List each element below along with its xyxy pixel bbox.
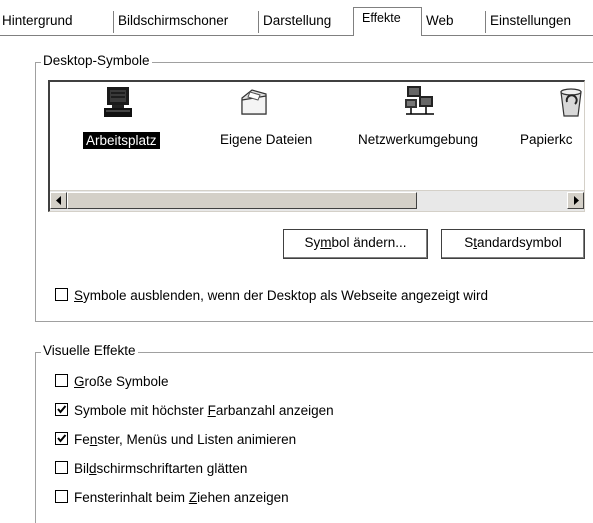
arrow-left-icon [56,196,61,205]
recycle-bin-icon [553,84,584,120]
icon-label-arbeitsplatz: Arbeitsplatz [83,132,160,149]
tab-effekte[interactable]: Effekte [353,7,422,36]
change-icon-button[interactable]: Symbol ändern... [283,229,428,259]
scroll-left-button[interactable] [50,192,67,209]
horizontal-scrollbar[interactable] [50,190,584,211]
tab-hintergrund[interactable]: Hintergrund [2,11,114,33]
tab-einstellungen[interactable]: Einstellungen [485,11,593,33]
checkbox-box[interactable] [55,490,68,503]
computer-icon [100,84,136,120]
checkbox-box[interactable] [55,374,68,387]
highest-color-checkbox[interactable]: Symbole mit höchster Farbanzahl anzeigen [55,402,334,420]
tab-darstellung[interactable]: Darstellung [258,11,354,33]
desktop-icons-list[interactable]: Arbeitsplatz Eigene Dateien Netzwerkumge… [48,80,585,212]
arrow-right-icon [574,196,579,205]
icon-label-papierkorb: Papierkc [520,132,573,147]
checkbox-box[interactable] [55,461,68,474]
icon-label-eigene-dateien: Eigene Dateien [220,132,313,147]
checkbox-box[interactable] [55,288,68,301]
hide-icons-checkbox[interactable]: Symbole ausblenden, wenn der Desktop als… [55,287,488,305]
large-icons-checkbox[interactable]: Große Symbole [55,373,169,391]
tab-web[interactable]: Web [421,11,486,33]
smooth-fonts-checkbox[interactable]: Bildschirmschriftarten glätten [55,460,247,478]
drag-contents-checkbox[interactable]: Fensterinhalt beim Ziehen anzeigen [55,489,289,507]
default-icon-button[interactable]: Standardsymbol [441,229,585,259]
tab-bildschirmschoner[interactable]: Bildschirmschoner [113,11,259,33]
visual-effects-legend: Visuelle Effekte [41,343,138,358]
tab-divider [0,35,593,36]
network-icon [402,84,438,120]
checkmark-icon [57,434,67,443]
scroll-right-button[interactable] [567,192,584,209]
icon-label-netzwerkumgebung: Netzwerkumgebung [358,132,479,147]
scroll-thumb[interactable] [67,192,417,209]
animate-windows-checkbox[interactable]: Fenster, Menüs und Listen animieren [55,431,296,449]
checkbox-box[interactable] [55,403,68,416]
checkbox-box[interactable] [55,432,68,445]
tab-strip: Hintergrund Bildschirmschoner Darstellun… [0,0,593,36]
desktop-icons-legend: Desktop-Symbole [41,53,152,68]
checkmark-icon [57,405,67,414]
folder-icon [236,84,272,120]
